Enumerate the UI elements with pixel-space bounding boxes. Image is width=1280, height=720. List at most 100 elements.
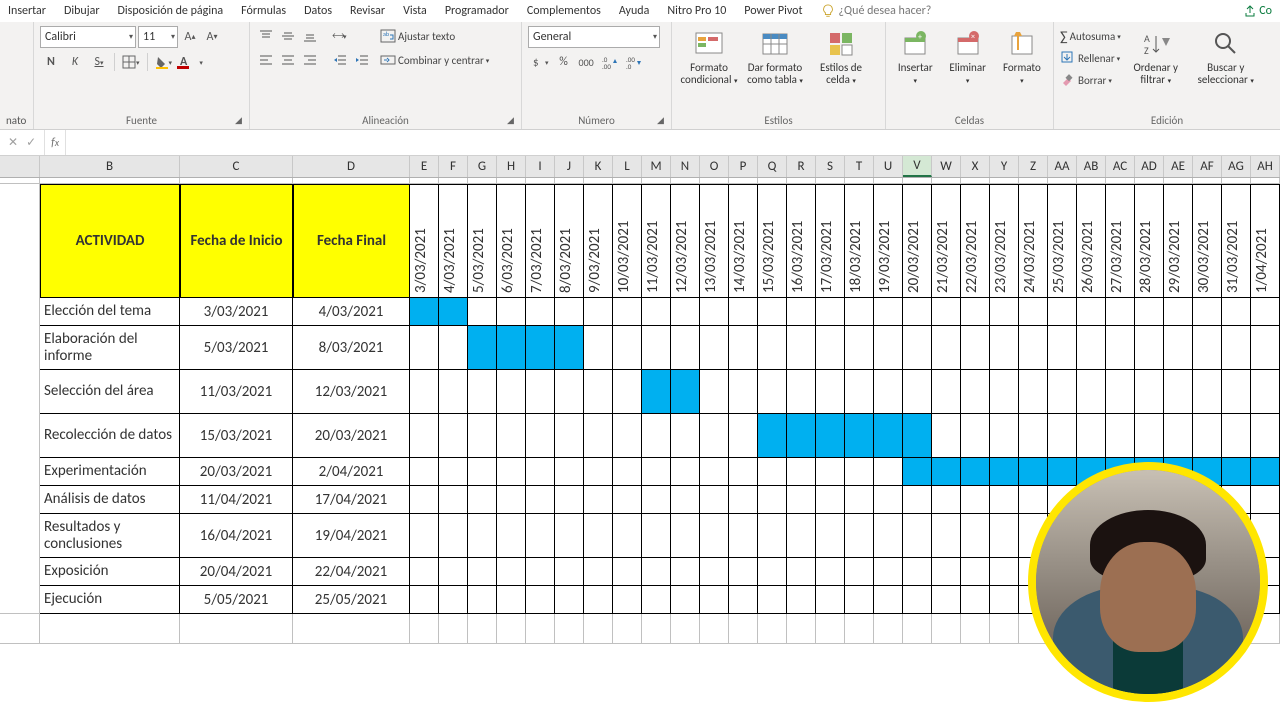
clear-button[interactable]: Borrar ▾ (1060, 70, 1121, 90)
alignment-dialog-launcher-icon[interactable]: ◢ (507, 115, 519, 127)
gantt-cell[interactable] (729, 514, 758, 558)
table-cell[interactable]: 16/04/2021 (180, 514, 293, 558)
gantt-cell[interactable] (700, 298, 729, 326)
gantt-cell[interactable] (613, 326, 642, 370)
table-cell[interactable]: 11/03/2021 (180, 370, 293, 414)
gantt-cell[interactable] (671, 370, 700, 414)
gantt-cell[interactable] (990, 370, 1019, 414)
table-cell[interactable]: 2/04/2021 (293, 458, 410, 486)
gantt-cell[interactable] (555, 458, 584, 486)
gantt-cell[interactable] (961, 458, 990, 486)
gantt-cell[interactable] (874, 414, 903, 458)
gantt-cell[interactable] (787, 326, 816, 370)
gantt-cell[interactable] (439, 586, 468, 614)
date-header-cell[interactable]: 22/03/2021 (961, 184, 990, 298)
date-header-cell[interactable]: 15/03/2021 (758, 184, 787, 298)
gantt-cell[interactable] (729, 458, 758, 486)
number-dialog-launcher-icon[interactable]: ◢ (657, 115, 669, 127)
gantt-cell[interactable] (729, 486, 758, 514)
gantt-cell[interactable] (903, 326, 932, 370)
font-color-button[interactable]: A▾ (177, 52, 206, 72)
gantt-cell[interactable] (613, 414, 642, 458)
format-as-table-button[interactable]: Dar formato como tabla ▾ (744, 26, 806, 90)
gantt-cell[interactable] (497, 326, 526, 370)
gantt-cell[interactable] (1222, 298, 1251, 326)
table-cell[interactable]: 5/05/2021 (180, 586, 293, 614)
date-header-cell[interactable]: 27/03/2021 (1106, 184, 1135, 298)
gantt-cell[interactable] (1164, 326, 1193, 370)
gantt-cell[interactable] (1077, 298, 1106, 326)
table-cell[interactable]: Exposición (40, 558, 180, 586)
gantt-cell[interactable] (1048, 298, 1077, 326)
gantt-cell[interactable] (468, 370, 497, 414)
menu-tab[interactable]: Fórmulas (241, 4, 286, 18)
gantt-cell[interactable] (787, 558, 816, 586)
gantt-cell[interactable] (497, 558, 526, 586)
gantt-cell[interactable] (584, 486, 613, 514)
enter-formula-icon[interactable]: ✓ (26, 135, 36, 150)
date-header-cell[interactable]: 25/03/2021 (1048, 184, 1077, 298)
gantt-cell[interactable] (613, 298, 642, 326)
gantt-cell[interactable] (613, 370, 642, 414)
decrease-decimal-icon[interactable]: .00.0 (623, 52, 645, 72)
gantt-cell[interactable] (961, 326, 990, 370)
gantt-cell[interactable] (555, 326, 584, 370)
date-header-cell[interactable]: 7/03/2021 (526, 184, 555, 298)
gantt-cell[interactable] (758, 558, 787, 586)
align-left-icon[interactable] (256, 50, 276, 70)
gantt-cell[interactable] (1164, 370, 1193, 414)
table-cell[interactable]: Ejecución (40, 586, 180, 614)
gantt-cell[interactable] (1193, 298, 1222, 326)
gantt-cell[interactable] (642, 370, 671, 414)
gantt-cell[interactable] (903, 458, 932, 486)
gantt-cell[interactable] (468, 326, 497, 370)
increase-indent-icon[interactable] (352, 50, 372, 70)
gantt-cell[interactable] (758, 414, 787, 458)
gantt-cell[interactable] (990, 298, 1019, 326)
gantt-cell[interactable] (729, 326, 758, 370)
gantt-cell[interactable] (758, 486, 787, 514)
gantt-cell[interactable] (584, 558, 613, 586)
delete-cells-button[interactable]: × Eliminar▾ (943, 26, 993, 90)
gantt-cell[interactable] (584, 514, 613, 558)
gantt-cell[interactable] (874, 514, 903, 558)
gantt-cell[interactable] (874, 558, 903, 586)
date-header-cell[interactable]: 10/03/2021 (613, 184, 642, 298)
gantt-cell[interactable] (961, 514, 990, 558)
gantt-cell[interactable] (555, 298, 584, 326)
gantt-cell[interactable] (874, 458, 903, 486)
gantt-cell[interactable] (700, 370, 729, 414)
gantt-cell[interactable] (439, 558, 468, 586)
gantt-cell[interactable] (642, 586, 671, 614)
cell-styles-button[interactable]: Estilos de celda ▾ (810, 26, 872, 90)
gantt-cell[interactable] (816, 370, 845, 414)
column-header[interactable]: V (903, 156, 932, 177)
gantt-cell[interactable] (410, 514, 439, 558)
gantt-cell[interactable] (729, 298, 758, 326)
column-header[interactable]: O (700, 156, 729, 177)
gantt-cell[interactable] (671, 486, 700, 514)
font-dialog-launcher-icon[interactable]: ◢ (235, 115, 247, 127)
date-header-cell[interactable]: 12/03/2021 (671, 184, 700, 298)
gantt-cell[interactable] (613, 558, 642, 586)
gantt-cell[interactable] (700, 458, 729, 486)
date-header-cell[interactable]: 11/03/2021 (642, 184, 671, 298)
gantt-cell[interactable] (961, 298, 990, 326)
gantt-cell[interactable] (990, 486, 1019, 514)
font-size-combo[interactable]: 11▾ (138, 26, 178, 48)
align-bottom-icon[interactable] (300, 26, 320, 46)
gantt-cell[interactable] (874, 586, 903, 614)
gantt-cell[interactable] (555, 514, 584, 558)
gantt-cell[interactable] (932, 486, 961, 514)
gantt-cell[interactable] (642, 558, 671, 586)
table-row[interactable]: Elaboración del informe5/03/20218/03/202… (40, 326, 1280, 370)
gantt-cell[interactable] (845, 558, 874, 586)
column-header[interactable]: AB (1077, 156, 1106, 177)
table-cell[interactable]: 25/05/2021 (293, 586, 410, 614)
gantt-cell[interactable] (1106, 370, 1135, 414)
column-header[interactable]: J (555, 156, 584, 177)
gantt-cell[interactable] (990, 586, 1019, 614)
table-cell[interactable]: 17/04/2021 (293, 486, 410, 514)
gantt-cell[interactable] (932, 298, 961, 326)
increase-font-icon[interactable]: A▴ (180, 27, 200, 47)
